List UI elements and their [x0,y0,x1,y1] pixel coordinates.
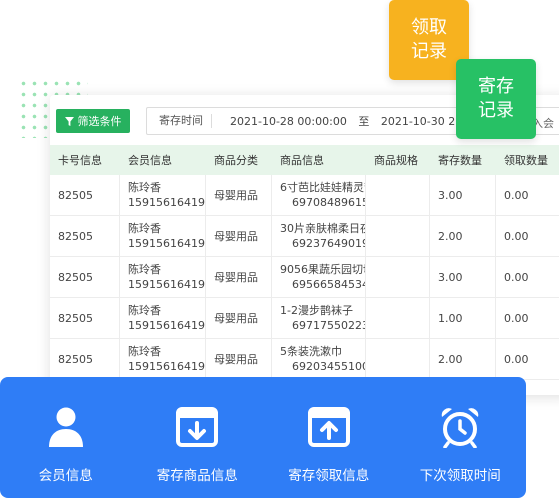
feature-label: 会员信息 [38,468,93,484]
badge-line: 领取 [411,17,447,38]
feature-receive-info[interactable]: 寄存领取信息 [263,377,395,498]
feature-stored-goods[interactable]: 寄存商品信息 [132,377,264,498]
product-category: 母婴用品 [214,271,258,284]
date-label: 寄存时间 [147,114,212,128]
feature-member-info[interactable]: 会员信息 [0,377,132,498]
column-header[interactable]: 领取数量 [496,152,559,168]
table-row[interactable]: 82505 陈玲香 15915616419 母婴用品 6寸芭比娃娃精灵梦 69708… [50,175,559,216]
product-name: 6寸芭比娃娃精灵梦 [280,181,366,194]
product-code: 695665845342 [292,278,365,291]
column-header[interactable]: 卡号信息 [50,152,120,168]
received-quantity: 0.00 [504,352,529,366]
filter-icon [64,116,74,126]
inbox-upload-icon [307,405,351,449]
card-number: 82505 [58,270,93,284]
product-name: 30片亲肤棉柔日夜组 [280,222,365,235]
column-header[interactable]: 会员信息 [120,152,206,168]
column-header[interactable]: 商品信息 [272,152,366,168]
received-quantity: 0.00 [504,229,529,243]
table-header: 卡号信息 会员信息 商品分类 商品信息 商品规格 寄存数量 领取数量 [50,145,559,175]
received-quantity: 0.00 [504,188,529,202]
filter-button[interactable]: 筛选条件 [56,109,130,133]
feature-next-receive-time[interactable]: 下次领取时间 [395,377,527,498]
inbox-download-icon [175,405,219,449]
member-name: 陈玲香 [128,345,161,358]
feature-label: 下次领取时间 [419,468,501,484]
product-name: 5条装洗漱巾 [280,345,342,358]
column-header[interactable]: 寄存数量 [430,152,496,168]
table-row[interactable]: 82505 陈玲香 15915616419 母婴用品 5条装洗漱巾 69203455… [50,339,559,380]
member-phone: 15915616419 [128,319,205,332]
product-category: 母婴用品 [214,353,258,366]
product-code: 697084896153 [292,196,365,209]
card-number: 82505 [58,229,93,243]
member-phone: 15915616419 [128,360,205,373]
product-category: 母婴用品 [214,230,258,243]
badge-line: 记录 [411,41,447,62]
product-category: 母婴用品 [214,312,258,325]
stored-quantity: 2.00 [438,352,463,366]
table-row[interactable]: 82505 陈玲香 15915616419 母婴用品 30片亲肤棉柔日夜组 6923… [50,216,559,257]
table-row[interactable]: 82505 陈玲香 15915616419 母婴用品 9056果蔬乐园切切乐 695… [50,257,559,298]
member-name: 陈玲香 [128,263,161,276]
feature-label: 寄存领取信息 [288,468,370,484]
product-code: 697175502233 [292,319,365,332]
member-phone: 15915616419 [128,278,205,291]
card-number: 82505 [58,352,93,366]
member-phone: 15915616419 [128,196,205,209]
member-name: 陈玲香 [128,181,161,194]
date-separator: 至 [358,115,370,128]
product-name: 1-2漫步鹊袜子 [280,304,353,317]
filter-button-label: 筛选条件 [77,115,122,128]
date-start: 2021-10-28 00:00:00 [230,115,347,128]
column-header[interactable]: 商品规格 [366,152,430,168]
alarm-clock-icon [438,405,482,449]
member-phone: 15915616419 [128,237,205,250]
product-code: 692034551005 [292,360,365,373]
store-records-badge[interactable]: 寄存 记录 [456,59,536,139]
records-window: 筛选条件 寄存时间 2021-10-28 00:00:00 至 2021-10-… [50,95,559,395]
stored-quantity: 1.00 [438,311,463,325]
stored-quantity: 2.00 [438,229,463,243]
member-name: 陈玲香 [128,222,161,235]
stored-quantity: 3.00 [438,270,463,284]
feature-label: 寄存商品信息 [156,468,238,484]
badge-line: 记录 [478,100,514,121]
card-number: 82505 [58,311,93,325]
column-header[interactable]: 商品分类 [206,152,272,168]
received-quantity: 0.00 [504,311,529,325]
user-icon [44,405,88,449]
product-category: 母婴用品 [214,189,258,202]
member-name: 陈玲香 [128,304,161,317]
stored-quantity: 3.00 [438,188,463,202]
feature-bar: 会员信息 寄存商品信息 寄存领取信息 下次领取时间 [0,377,526,498]
table-row[interactable]: 82505 陈玲香 15915616419 母婴用品 1-2漫步鹊袜子 697175… [50,298,559,339]
records-table: 卡号信息 会员信息 商品分类 商品信息 商品规格 寄存数量 领取数量 82505… [50,145,559,380]
badge-line: 寄存 [478,76,514,97]
card-number: 82505 [58,188,93,202]
product-code: 692376490195 [292,237,365,250]
received-quantity: 0.00 [504,270,529,284]
product-name: 9056果蔬乐园切切乐 [280,263,365,276]
